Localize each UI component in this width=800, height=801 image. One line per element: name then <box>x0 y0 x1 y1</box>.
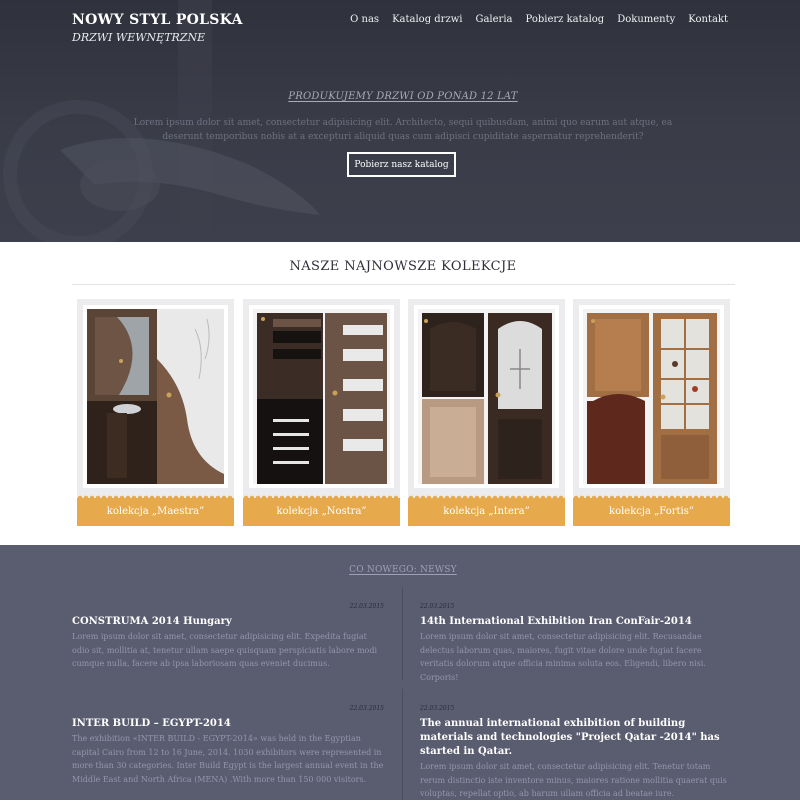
collections-section: NASZE NAJNOWSZE KOLEKCJE kolekcja „Maest… <box>0 242 800 545</box>
card-frame <box>83 305 228 488</box>
collection-card-maestra[interactable]: kolekcja „Maestra” <box>77 299 234 526</box>
brand-tagline: DRZWI WEWNĘTRZNE <box>72 31 206 44</box>
door-image-fortis <box>583 309 720 484</box>
news-date: 22.03.2015 <box>349 603 384 610</box>
brand[interactable]: NOWY STYL POLSKA DRZWI WEWNĘTRZNE <box>72 12 243 44</box>
news-title[interactable]: CONSTRUMA 2014 Hungary <box>72 615 384 629</box>
door-image-intera <box>418 309 555 484</box>
collection-label-maestra[interactable]: kolekcja „Maestra” <box>77 495 234 526</box>
news-body: The exhibition «INTER BUILD - EGYPT-2014… <box>72 734 384 784</box>
collection-card-nostra[interactable]: kolekcja „Nostra” <box>243 299 400 526</box>
news-date: 22.03.2015 <box>420 705 455 712</box>
news-item: 22.03.2015 CONSTRUMA 2014 Hungary Lorem … <box>72 603 384 671</box>
section-divider <box>72 284 735 285</box>
collection-card-intera[interactable]: kolekcja „Intera” <box>408 299 565 526</box>
news-item: 22.03.2015 14th International Exhibition… <box>420 603 732 684</box>
news-title[interactable]: 14th International Exhibition Iran ConFa… <box>420 615 732 629</box>
news-date: 22.03.2015 <box>420 603 455 610</box>
main-nav: O nas Katalog drzwi Galeria Pobierz kata… <box>350 14 728 25</box>
nav-item-katalog-drzwi[interactable]: Katalog drzwi <box>392 14 462 25</box>
nav-item-pobierz-katalog[interactable]: Pobierz katalog <box>526 14 605 25</box>
news-item: 22.03.2015 INTER BUILD – EGYPT-2014 The … <box>72 705 384 786</box>
news-heading[interactable]: CO NOWEGO: NEWSY <box>0 565 800 575</box>
hero-section: NOWY STYL POLSKA DRZWI WEWNĘTRZNE O nas … <box>0 0 800 242</box>
door-image-maestra <box>87 309 224 484</box>
collection-label-fortis[interactable]: kolekcja „Fortis” <box>573 495 730 526</box>
news-divider <box>402 587 403 680</box>
news-title[interactable]: INTER BUILD – EGYPT-2014 <box>72 717 384 731</box>
news-body: Lorem ipsum dolor sit amet, consectetur … <box>420 632 706 682</box>
nav-item-dokumenty[interactable]: Dokumenty <box>617 14 675 25</box>
news-section: CO NOWEGO: NEWSY 22.03.2015 CONSTRUMA 20… <box>0 545 800 800</box>
hero-text: Lorem ipsum dolor sit amet, consectetur … <box>133 118 673 142</box>
news-item: 22.03.2015 The annual international exhi… <box>420 705 732 801</box>
door-image-nostra <box>253 309 390 484</box>
news-body: Lorem ipsum dolor sit amet, consectetur … <box>72 632 378 668</box>
collection-card-fortis[interactable]: kolekcja „Fortis” <box>573 299 730 526</box>
brand-name: NOWY STYL POLSKA <box>72 12 243 28</box>
nav-item-o-nas[interactable]: O nas <box>350 14 379 25</box>
hero-title[interactable]: PRODUKUJEMY DRZWI OD PONAD 12 LAT <box>0 91 800 102</box>
collections-title: NASZE NAJNOWSZE KOLEKCJE <box>289 259 517 274</box>
news-date: 22.03.2015 <box>349 705 384 712</box>
card-frame <box>249 305 394 488</box>
nav-item-galeria[interactable]: Galeria <box>475 14 512 25</box>
download-catalog-button[interactable]: Pobierz nasz katalog <box>347 152 456 177</box>
card-frame <box>579 305 724 488</box>
collection-label-nostra[interactable]: kolekcja „Nostra” <box>243 495 400 526</box>
news-title[interactable]: The annual international exhibition of b… <box>420 717 732 759</box>
news-body: Lorem ipsum dolor sit amet, consectetur … <box>420 762 727 798</box>
news-divider <box>402 689 403 800</box>
nav-item-kontakt[interactable]: Kontakt <box>688 14 728 25</box>
card-frame <box>414 305 559 488</box>
collection-label-intera[interactable]: kolekcja „Intera” <box>408 495 565 526</box>
